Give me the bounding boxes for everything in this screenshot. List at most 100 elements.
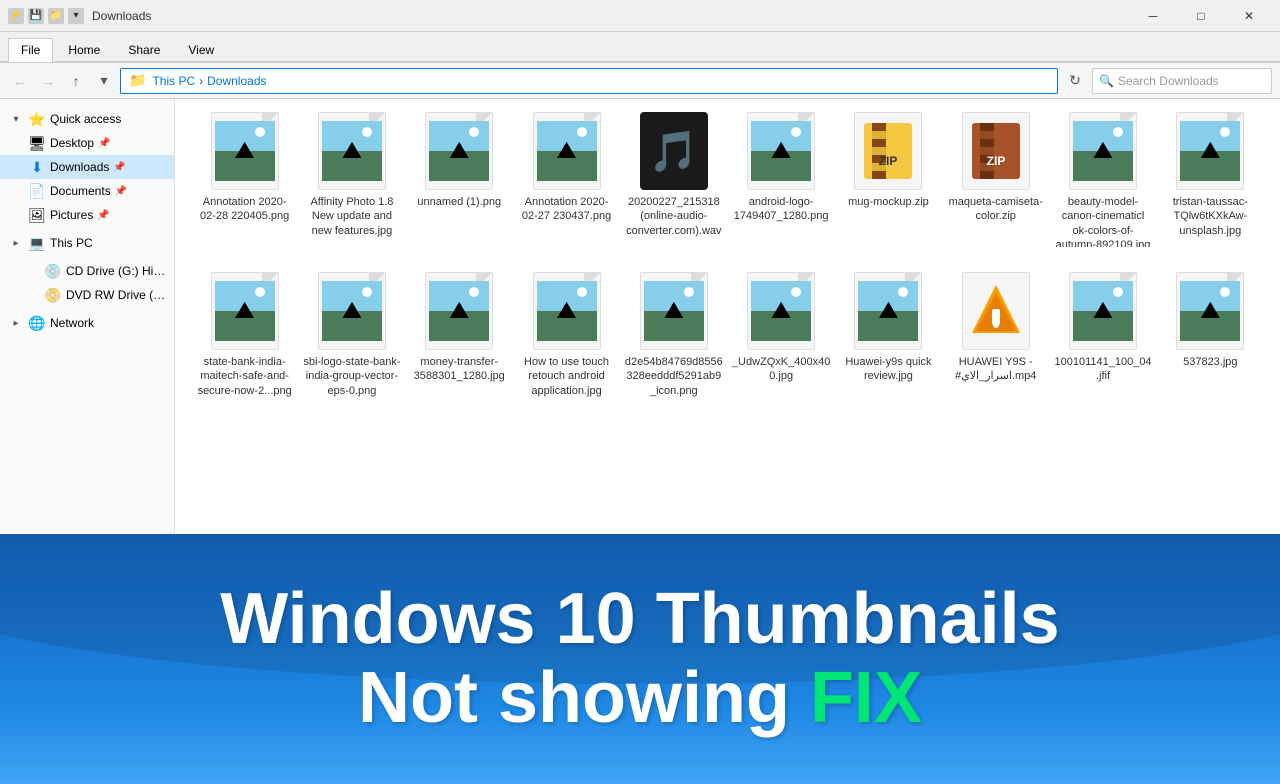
dvd-icon: 📀 [44, 286, 62, 304]
close-button[interactable]: ✕ [1226, 1, 1272, 31]
file-item[interactable]: How to use touch retouch android applica… [513, 263, 620, 406]
downloads-label: Downloads [50, 160, 109, 174]
file-item[interactable]: beauty-model-canon-cinematicl ok-colors-… [1049, 103, 1156, 255]
thumbnail [215, 121, 275, 181]
file-icon [312, 111, 392, 191]
thumbnail [751, 121, 811, 181]
file-view: Annotation 2020-02-28 220405.png Affinit… [175, 99, 1280, 534]
file-name: money-transfer-3588301_1280.jpg [410, 355, 509, 384]
path-downloads[interactable]: Downloads [207, 74, 266, 88]
svg-text:ZIP: ZIP [879, 154, 898, 168]
doc-background [1176, 272, 1244, 350]
banner-line2: Not showing FIX [358, 659, 922, 738]
file-icon [1063, 111, 1143, 191]
drives-section: 💿 CD Drive (G:) HiSuite 📀 DVD RW Drive (… [0, 259, 174, 307]
file-name: android-logo-1749407_1280.png [731, 195, 830, 224]
file-name: unnamed (1).png [417, 195, 501, 209]
recent-locations-button[interactable]: ▾ [92, 69, 116, 93]
address-bar: ← → ↑ ▾ 📁 This PC › Downloads ↻ 🔍 Search… [0, 63, 1280, 99]
doc-background [1176, 112, 1244, 190]
thumbnail [429, 121, 489, 181]
dvd-drive-label: DVD RW Drive (E:) Be [66, 288, 166, 302]
file-item[interactable]: Annotation 2020-02-27 230437.png [513, 103, 620, 255]
path-this-pc[interactable]: This PC [152, 74, 195, 88]
refresh-button[interactable]: ↻ [1062, 68, 1088, 94]
computer-icon: 💻 [28, 234, 46, 252]
forward-button[interactable]: → [36, 69, 60, 93]
file-item[interactable]: d2e54b84769d8556328eedddf5291ab9_icon.pn… [620, 263, 727, 406]
network-label: Network [50, 316, 94, 330]
file-icon [1170, 271, 1250, 351]
file-item[interactable]: Annotation 2020-02-28 220405.png [191, 103, 298, 255]
file-item[interactable]: 🎵 20200227_215318 (online-audio-converte… [620, 103, 727, 255]
file-icon: 🎵 [634, 111, 714, 191]
this-pc-section: ▸ 💻 This PC [0, 231, 174, 255]
file-item[interactable]: 100101141_100_04.jfif [1049, 263, 1156, 406]
star-icon: ⭐ [28, 110, 46, 128]
pin-icon: 📌 [98, 138, 110, 149]
doc-background [211, 112, 279, 190]
file-item[interactable]: state-bank-india-maitech-safe-and-secure… [191, 263, 298, 406]
sidebar-item-this-pc[interactable]: ▸ 💻 This PC [0, 231, 174, 255]
pin-icon: 📌 [97, 210, 109, 221]
search-box[interactable]: 🔍 Search Downloads [1092, 68, 1272, 94]
path-separator: › [199, 74, 203, 88]
file-icon [741, 111, 821, 191]
up-button[interactable]: ↑ [64, 69, 88, 93]
file-item[interactable]: money-transfer-3588301_1280.jpg [406, 263, 513, 406]
tab-share[interactable]: Share [115, 38, 173, 61]
file-icon: ZIP [956, 111, 1036, 191]
thumbnail [215, 281, 275, 341]
doc-background [425, 112, 493, 190]
vlc-icon-svg [970, 281, 1022, 341]
content-area: ▾ ⭐ Quick access 🖥 Desktop 📌 ⬇ Downloads… [0, 99, 1280, 534]
minimize-button[interactable]: ─ [1130, 1, 1176, 31]
file-item[interactable]: android-logo-1749407_1280.png [727, 103, 834, 255]
file-icon [1063, 271, 1143, 351]
window-title: Downloads [92, 9, 151, 23]
file-item[interactable]: ZIP maqueta-camiseta-color.zip [942, 103, 1049, 255]
file-icon [527, 271, 607, 351]
sidebar-item-quick-access[interactable]: ▾ ⭐ Quick access [0, 107, 174, 131]
file-name: Annotation 2020-02-27 230437.png [517, 195, 616, 224]
file-icon [205, 111, 285, 191]
cd-drive-label: CD Drive (G:) HiSuite [66, 264, 166, 278]
sidebar-item-dvd-drive[interactable]: 📀 DVD RW Drive (E:) Be [0, 283, 174, 307]
sidebar-item-desktop[interactable]: 🖥 Desktop 📌 [0, 131, 174, 155]
thumbnail [537, 121, 597, 181]
file-item[interactable]: Affinity Photo 1.8 New update and new fe… [298, 103, 405, 255]
doc-background [640, 272, 708, 350]
tab-file[interactable]: File [8, 38, 53, 62]
sidebar-item-documents[interactable]: 📄 Documents 📌 [0, 179, 174, 203]
back-button[interactable]: ← [8, 69, 32, 93]
file-item[interactable]: _UdwZQxK_400x400.jpg [727, 263, 834, 406]
thumbnail [858, 281, 918, 341]
file-item[interactable]: ZIP mug-mockup.zip [835, 103, 942, 255]
address-path[interactable]: 📁 This PC › Downloads [120, 68, 1058, 94]
maximize-button[interactable]: □ [1178, 1, 1224, 31]
file-item[interactable]: unnamed (1).png [406, 103, 513, 255]
doc-background [533, 272, 601, 350]
sidebar: ▾ ⭐ Quick access 🖥 Desktop 📌 ⬇ Downloads… [0, 99, 175, 534]
file-item[interactable]: tristan-taussac-TQlw6tKXkAw-unsplash.jpg [1157, 103, 1264, 255]
thumbnail [537, 281, 597, 341]
file-item[interactable]: 537823.jpg [1157, 263, 1264, 406]
sidebar-item-downloads[interactable]: ⬇ Downloads 📌 [0, 155, 174, 179]
file-item[interactable]: HUAWEI Y9S - #اسرار_الاي.mp4 [942, 263, 1049, 406]
sidebar-item-cd-drive[interactable]: 💿 CD Drive (G:) HiSuite [0, 259, 174, 283]
doc-background [211, 272, 279, 350]
tab-view[interactable]: View [175, 38, 227, 61]
file-name: state-bank-india-maitech-safe-and-secure… [195, 355, 294, 398]
tab-home[interactable]: Home [55, 38, 113, 61]
save-icon: 💾 [28, 8, 44, 24]
file-item[interactable]: sbi-logo-state-bank-india-group-vector-e… [298, 263, 405, 406]
sidebar-item-network[interactable]: ▸ 🌐 Network [0, 311, 174, 335]
sidebar-item-pictures[interactable]: 🖼 Pictures 📌 [0, 203, 174, 227]
folder-icon: 📁 [48, 8, 64, 24]
file-item[interactable]: Huawei-y9s quick review.jpg [835, 263, 942, 406]
file-name: _UdwZQxK_400x400.jpg [731, 355, 830, 384]
file-icon: ZIP [848, 111, 928, 191]
desktop-label: Desktop [50, 136, 94, 150]
file-icon [848, 271, 928, 351]
file-name: Huawei-y9s quick review.jpg [839, 355, 938, 384]
